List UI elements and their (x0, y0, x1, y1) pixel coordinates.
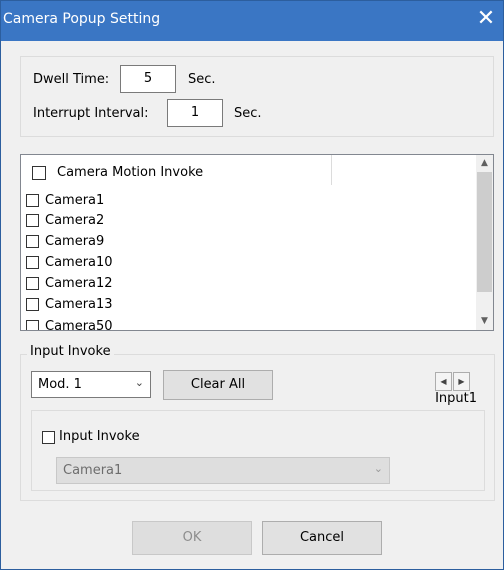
cancel-button[interactable]: Cancel (262, 521, 382, 555)
timing-panel: Dwell Time: 5 Sec. Interrupt Interval: 1… (20, 56, 494, 137)
list-item-label: Camera50 (45, 319, 113, 331)
list-item-checkbox[interactable] (26, 235, 39, 248)
list-item-label: Camera9 (45, 234, 105, 249)
dwell-time-label: Dwell Time: (33, 72, 110, 87)
camera-motion-invoke-label: Camera Motion Invoke (57, 165, 204, 180)
close-button[interactable]: ✕ (473, 5, 499, 33)
scroll-down-icon[interactable]: ▼ (476, 313, 493, 330)
ok-button[interactable]: OK (132, 521, 252, 555)
list-scrollbar[interactable]: ▲ ▼ (476, 155, 493, 330)
interrupt-interval-unit: Sec. (234, 106, 262, 121)
input1-label: Input1 (435, 391, 477, 406)
column-divider (331, 155, 332, 185)
chevron-down-icon: ⌄ (134, 376, 144, 389)
input-invoke-group: Input Invoke Mod. 1 ⌄ Clear All ◀ ▶ Inpu… (20, 344, 495, 501)
list-item-checkbox[interactable] (26, 194, 39, 207)
list-item-checkbox[interactable] (26, 320, 39, 330)
camera-select-value: Camera1 (63, 463, 123, 478)
list-item-checkbox[interactable] (26, 214, 39, 227)
title-bar[interactable]: Camera Popup Setting ✕ (1, 1, 503, 41)
interrupt-interval-label: Interrupt Interval: (33, 106, 149, 121)
scroll-thumb[interactable] (477, 172, 492, 292)
input-invoke-checkbox-label: Input Invoke (59, 429, 140, 444)
list-item-label: Camera10 (45, 255, 113, 270)
list-item-checkbox[interactable] (26, 277, 39, 290)
previous-input-button[interactable]: ◀ (435, 372, 452, 391)
input-invoke-checkbox[interactable] (42, 431, 55, 444)
list-item-label: Camera1 (45, 193, 105, 208)
camera-motion-invoke-checkbox[interactable] (32, 166, 46, 180)
window-title: Camera Popup Setting (3, 11, 161, 27)
input-invoke-group-label: Input Invoke (27, 344, 114, 359)
clear-all-button[interactable]: Clear All (163, 370, 273, 400)
scroll-up-icon[interactable]: ▲ (476, 155, 493, 172)
list-item-label: Camera12 (45, 276, 113, 291)
dwell-time-unit: Sec. (188, 72, 216, 87)
list-item-checkbox[interactable] (26, 256, 39, 269)
list-item-checkbox[interactable] (26, 298, 39, 311)
camera-select[interactable]: Camera1 ⌄ (56, 457, 390, 484)
dwell-time-input[interactable]: 5 (120, 65, 176, 93)
input1-group: Input1 Input Invoke Camera1 ⌄ (31, 391, 485, 491)
module-select[interactable]: Mod. 1 ⌄ (31, 371, 151, 398)
dialog-window: Camera Popup Setting ✕ Dwell Time: 5 Sec… (0, 0, 504, 570)
camera-list[interactable]: Camera Motion Invoke Camera1 Camera2 Cam… (20, 154, 494, 331)
chevron-down-icon: ⌄ (373, 462, 383, 475)
interrupt-interval-input[interactable]: 1 (167, 99, 223, 127)
module-select-value: Mod. 1 (38, 377, 82, 392)
list-item-label: Camera2 (45, 213, 105, 228)
next-input-button[interactable]: ▶ (453, 372, 470, 391)
list-item-label: Camera13 (45, 297, 113, 312)
